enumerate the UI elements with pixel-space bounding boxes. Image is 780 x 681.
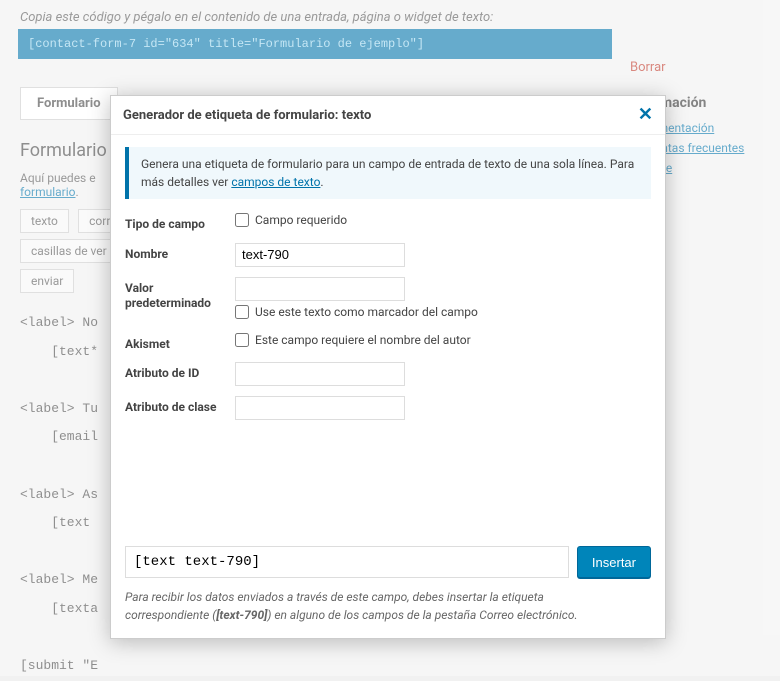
hint-tag: [text-790] [216,608,267,622]
input-nombre[interactable] [235,243,405,267]
modal-footer: Insertar Para recibir los datos enviados… [111,546,665,638]
modal-title: Generador de etiqueta de formulario: tex… [123,108,371,123]
row-class: Atributo de clase [125,396,651,420]
checkbox-placeholder[interactable] [235,305,249,319]
tag-output[interactable] [125,546,569,578]
modal-notice: Genera una etiqueta de formulario para u… [125,147,651,199]
checkbox-required-label: Campo requerido [255,213,347,227]
label-akismet: Akismet [125,333,235,353]
close-icon[interactable]: ✕ [638,106,653,124]
input-class[interactable] [235,396,405,420]
row-akismet: Akismet Este campo requiere el nombre de… [125,333,651,353]
checkbox-required[interactable] [235,213,249,227]
checkbox-akismet-label: Este campo requiere el nombre del autor [255,333,471,347]
hint-line1: Para recibir los datos enviados a través… [125,590,544,604]
footer-hint: Para recibir los datos enviados a través… [125,588,651,624]
modal-body: Genera una etiqueta de formulario para u… [111,135,665,446]
row-id: Atributo de ID [125,362,651,386]
label-valor: Valor predeterminado [125,277,235,312]
row-nombre: Nombre [125,243,651,267]
label-tipo: Tipo de campo [125,213,235,233]
notice-link[interactable]: campos de texto [231,175,320,189]
row-valor: Valor predeterminado Use este texto como… [125,277,651,323]
label-id: Atributo de ID [125,362,235,382]
label-nombre: Nombre [125,243,235,263]
insert-button[interactable]: Insertar [577,546,651,578]
input-id[interactable] [235,362,405,386]
row-tipo: Tipo de campo Campo requerido [125,213,651,233]
checkbox-akismet[interactable] [235,333,249,347]
notice-text: Genera una etiqueta de formulario para u… [141,157,634,189]
tag-generator-modal: Generador de etiqueta de formulario: tex… [110,95,666,639]
modal-header: Generador de etiqueta de formulario: tex… [111,96,665,135]
input-valor[interactable] [235,277,405,301]
label-class: Atributo de clase [125,396,235,416]
hint-line2-prefix: correspondiente ( [125,608,216,622]
hint-line2-suffix: ) en alguno de los campos de la pestaña … [267,608,577,622]
checkbox-placeholder-label: Use este texto como marcador del campo [255,305,478,319]
